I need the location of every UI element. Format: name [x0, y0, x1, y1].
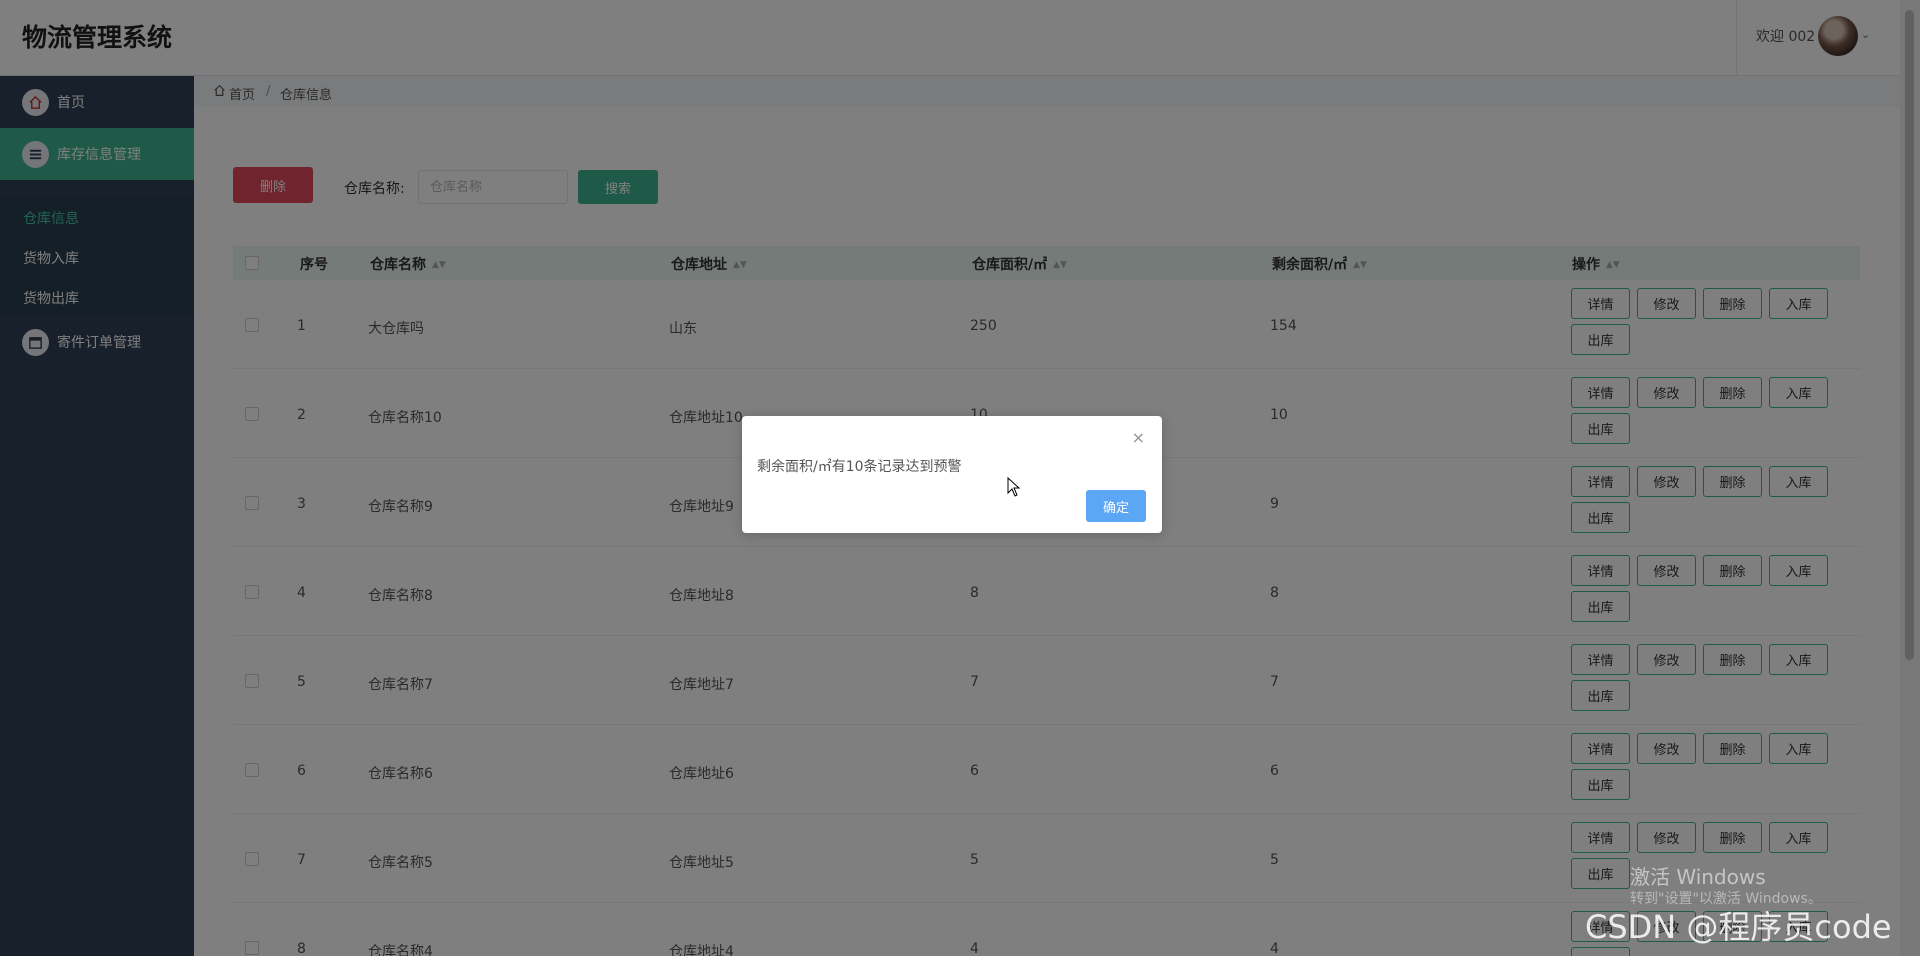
- app-window: 物流管理系统 欢迎 002 ⌄ 首页 库存信息管理 仓库信息 货物入库 货物出库: [0, 0, 1920, 956]
- close-icon[interactable]: ×: [1132, 428, 1145, 447]
- confirm-button[interactable]: 确定: [1086, 490, 1146, 522]
- dialog-message: 剩余面积/㎡有10条记录达到预警: [757, 459, 962, 475]
- warning-dialog: × 剩余面积/㎡有10条记录达到预警 确定: [742, 416, 1162, 533]
- csdn-watermark: CSDN @程序员code: [1585, 908, 1892, 946]
- mouse-cursor-icon: [1007, 477, 1021, 497]
- windows-activation-watermark: 激活 Windows: [1630, 865, 1766, 889]
